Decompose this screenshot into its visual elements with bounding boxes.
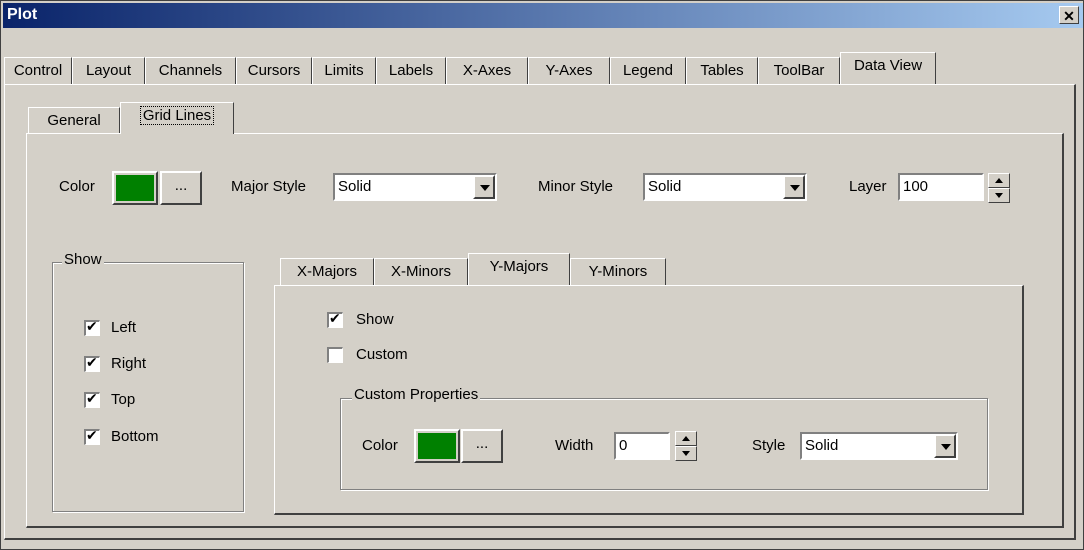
width-input[interactable]: 0 [614, 432, 670, 460]
tab-grid-lines[interactable]: Grid Lines [120, 102, 234, 134]
chevron-down-icon[interactable] [783, 175, 805, 199]
style-label: Style [752, 437, 786, 454]
spin-up-icon[interactable] [675, 431, 697, 446]
tab-general[interactable]: General [28, 107, 120, 135]
custom-color-browse-button[interactable]: ... [461, 429, 503, 463]
minor-style-value: Solid [648, 178, 682, 195]
axis-show-label: Show [356, 311, 394, 328]
chevron-down-icon[interactable] [934, 434, 956, 458]
layer-spinner[interactable] [988, 173, 1010, 203]
layer-input[interactable]: 100 [898, 173, 984, 201]
color-swatch[interactable] [112, 171, 158, 205]
spin-up-icon[interactable] [988, 173, 1010, 188]
layer-label: Layer [849, 178, 887, 195]
custom-style-select[interactable]: Solid [800, 432, 958, 460]
color-browse-button[interactable]: ... [160, 171, 202, 205]
tab-x-minors[interactable]: X-Minors [374, 258, 468, 286]
axis-show-checkbox[interactable] [327, 311, 343, 328]
spin-down-icon[interactable] [988, 188, 1010, 203]
custom-color-swatch-fill [418, 433, 456, 459]
width-value: 0 [619, 437, 628, 454]
tab-data-view[interactable]: Data View [840, 52, 936, 84]
show-top-label: Top [111, 391, 136, 408]
spin-down-icon[interactable] [675, 446, 697, 461]
show-group-title: Show [62, 251, 104, 268]
title-bar: Plot ✕ [3, 3, 1083, 28]
tab-x-axes[interactable]: X-Axes [446, 57, 528, 85]
tab-tables[interactable]: Tables [686, 57, 758, 85]
major-style-label: Major Style [231, 178, 307, 195]
chevron-down-icon[interactable] [473, 175, 495, 199]
show-bottom-label: Bottom [111, 428, 159, 445]
tab-control[interactable]: Control [4, 57, 72, 85]
show-right-label: Right [111, 355, 147, 372]
tab-y-axes[interactable]: Y-Axes [528, 57, 610, 85]
width-label: Width [555, 437, 594, 454]
window-title: Plot [7, 6, 38, 23]
custom-color-swatch[interactable] [414, 429, 460, 463]
layer-value: 100 [903, 178, 929, 195]
major-style-select[interactable]: Solid [333, 173, 497, 201]
tab-limits[interactable]: Limits [312, 57, 376, 85]
tab-legend[interactable]: Legend [610, 57, 686, 85]
tab-toolbar[interactable]: ToolBar [758, 57, 840, 85]
major-style-value: Solid [338, 178, 372, 195]
tab-y-minors[interactable]: Y-Minors [570, 258, 666, 286]
tab-y-majors[interactable]: Y-Majors [468, 253, 570, 285]
show-group [52, 262, 244, 512]
show-top-checkbox[interactable] [84, 391, 100, 408]
minor-style-select[interactable]: Solid [643, 173, 807, 201]
axis-custom-label: Custom [356, 346, 408, 363]
tab-cursors[interactable]: Cursors [236, 57, 312, 85]
minor-style-label: Minor Style [538, 178, 614, 195]
tab-x-majors[interactable]: X-Majors [280, 258, 374, 286]
custom-style-value: Solid [805, 437, 839, 454]
color-label: Color [59, 178, 95, 195]
close-button[interactable]: ✕ [1059, 6, 1079, 24]
tab-labels[interactable]: Labels [376, 57, 446, 85]
tab-channels[interactable]: Channels [145, 57, 236, 85]
grid-lines-tab-label: Grid Lines [139, 106, 215, 125]
axis-custom-checkbox[interactable] [327, 347, 343, 363]
color-swatch-fill [116, 175, 154, 201]
width-spinner[interactable] [675, 431, 697, 461]
show-left-checkbox[interactable] [84, 319, 100, 336]
custom-properties-title: Custom Properties [352, 386, 481, 403]
tab-layout[interactable]: Layout [72, 57, 145, 85]
show-bottom-checkbox[interactable] [84, 428, 100, 445]
show-left-label: Left [111, 319, 137, 336]
show-right-checkbox[interactable] [84, 355, 100, 372]
custom-color-label: Color [362, 437, 398, 454]
